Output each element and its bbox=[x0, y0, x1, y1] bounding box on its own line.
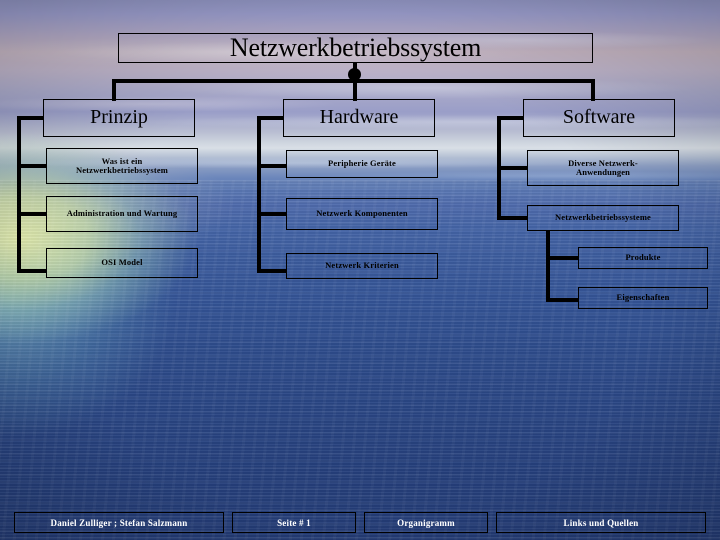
footer-section[interactable]: Organigramm bbox=[364, 512, 488, 533]
footer-authors[interactable]: Daniel Zulliger ; Stefan Salzmann bbox=[14, 512, 224, 533]
footer-links[interactable]: Links und Quellen bbox=[496, 512, 706, 533]
footer-bar: Daniel Zulliger ; Stefan Salzmann Seite … bbox=[0, 0, 720, 540]
footer-authors-label: Daniel Zulliger ; Stefan Salzmann bbox=[50, 517, 188, 528]
footer-page-label: Seite # 1 bbox=[277, 517, 311, 528]
footer-links-label: Links und Quellen bbox=[563, 517, 639, 528]
slide-canvas: Prinzip Netzwerkbetriebssystem Prinzip W… bbox=[0, 0, 720, 540]
footer-page[interactable]: Seite # 1 bbox=[232, 512, 356, 533]
footer-section-label: Organigramm bbox=[397, 517, 455, 528]
